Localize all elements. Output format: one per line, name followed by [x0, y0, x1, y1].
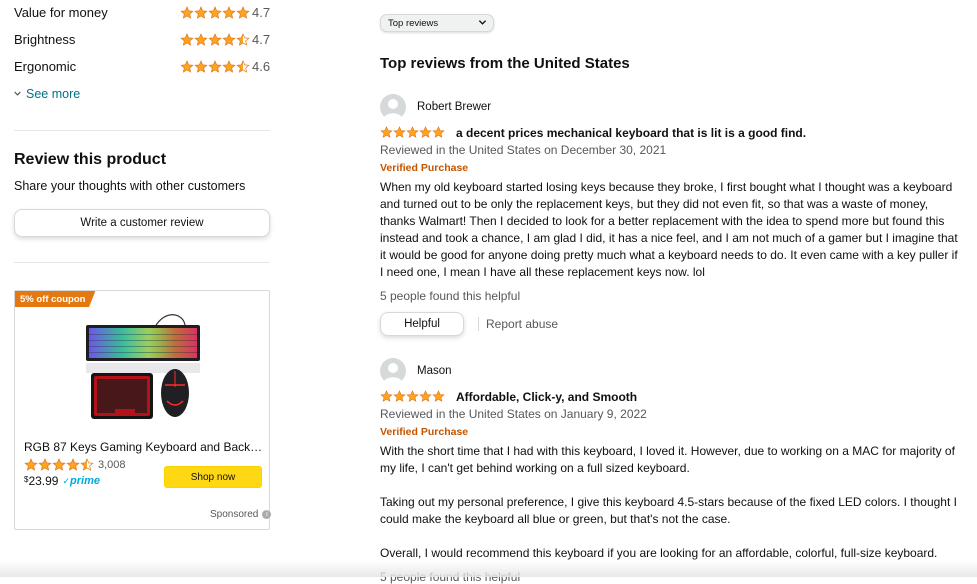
- star-icon: [180, 33, 194, 47]
- helpful-count: 5 people found this helpful: [380, 289, 521, 303]
- star-icon: [38, 458, 52, 472]
- review-author[interactable]: Mason: [417, 365, 452, 377]
- attribute-name: Brightness: [14, 31, 76, 47]
- review-paragraph: When my old keyboard started losing keys…: [380, 180, 958, 279]
- chevron-down-icon: [14, 89, 21, 99]
- star-rating: [180, 33, 250, 47]
- divider: [14, 130, 270, 131]
- ad-price: $ 23.99 ✓prime: [24, 474, 100, 488]
- star-icon: [419, 390, 432, 403]
- review-paragraph: Taking out my personal preference, I giv…: [380, 495, 957, 526]
- star-icon: [222, 60, 236, 74]
- write-review-button[interactable]: Write a customer review: [14, 209, 270, 237]
- review-date: Reviewed in the United States on January…: [380, 407, 647, 421]
- star-icon: [194, 33, 208, 47]
- caret-down-icon: [478, 20, 487, 25]
- star-icon: [222, 6, 236, 20]
- star-icon: [393, 390, 406, 403]
- star-icon: [393, 126, 406, 139]
- review-author[interactable]: Robert Brewer: [417, 101, 491, 113]
- star-icon: [208, 33, 222, 47]
- review-paragraph: With the short time that I had with this…: [380, 444, 955, 475]
- star-rating: [180, 60, 250, 74]
- verified-purchase-badge: Verified Purchase: [380, 162, 469, 174]
- star-icon: [194, 60, 208, 74]
- review-star-rating[interactable]: [380, 390, 445, 403]
- star-rating: [180, 6, 250, 20]
- attribute-name: Ergonomic: [14, 58, 77, 74]
- ad-rating[interactable]: 3,008: [24, 458, 126, 472]
- review-title[interactable]: Affordable, Click-y, and Smooth: [456, 390, 637, 404]
- attribute-row-ergonomic[interactable]: Ergonomic 4.6: [14, 56, 270, 76]
- star-icon: [406, 126, 419, 139]
- review-body: When my old keyboard started losing keys…: [380, 179, 960, 298]
- review-body: With the short time that I had with this…: [380, 443, 960, 579]
- shop-now-button[interactable]: Shop now: [164, 466, 262, 488]
- verified-purchase-badge: Verified Purchase: [380, 426, 469, 438]
- sort-reviews-dropdown[interactable]: Top reviews: [380, 14, 494, 32]
- star-icon: [380, 390, 393, 403]
- star-icon: [208, 6, 222, 20]
- ad-rating-count: 3,008: [98, 459, 126, 471]
- keyboard-product-image[interactable]: [85, 305, 201, 423]
- star-icon: [180, 60, 194, 74]
- attribute-row-value-for-money[interactable]: Value for money 4.7: [14, 2, 270, 22]
- star-icon: [432, 390, 445, 403]
- review-date: Reviewed in the United States on Decembe…: [380, 143, 667, 157]
- reviews-section-heading: Top reviews from the United States: [380, 55, 630, 72]
- star-icon: [222, 33, 236, 47]
- star-icon: [24, 458, 38, 472]
- attribute-rating: 4.7: [252, 31, 271, 47]
- star-icon: [208, 60, 222, 74]
- divider: [14, 262, 270, 263]
- avatar[interactable]: [380, 358, 406, 384]
- separator: [478, 317, 479, 331]
- star-icon: [236, 33, 250, 47]
- info-icon[interactable]: i: [262, 510, 272, 519]
- star-icon: [52, 458, 66, 472]
- star-icon: [80, 458, 94, 472]
- see-more-link[interactable]: See more: [14, 87, 80, 101]
- star-icon: [236, 60, 250, 74]
- report-abuse-link[interactable]: Report abuse: [486, 317, 558, 331]
- avatar[interactable]: [380, 94, 406, 120]
- attribute-rating: 4.6: [252, 58, 271, 74]
- price-value: 23.99: [28, 474, 59, 488]
- see-more-label: See more: [26, 87, 81, 101]
- review-star-rating[interactable]: [380, 126, 445, 139]
- helpful-button[interactable]: Helpful: [380, 312, 464, 336]
- star-icon: [380, 126, 393, 139]
- ad-product-title[interactable]: RGB 87 Keys Gaming Keyboard and Backl…: [24, 440, 264, 454]
- bottom-fade: [0, 560, 977, 577]
- review-product-subtitle: Share your thoughts with other customers: [14, 179, 246, 193]
- prime-label: prime: [70, 475, 100, 487]
- attribute-rating: 4.7: [252, 4, 271, 20]
- coupon-badge: 5% off coupon: [15, 291, 96, 307]
- review-title[interactable]: a decent prices mechanical keyboard that…: [456, 126, 806, 140]
- star-rating: [24, 458, 94, 472]
- sponsored-text: Sponsored: [210, 509, 259, 520]
- star-icon: [432, 126, 445, 139]
- attribute-name: Value for money: [14, 4, 108, 20]
- sponsored-label[interactable]: Sponsored i: [210, 509, 272, 520]
- sponsored-ad-card[interactable]: 5% off coupon RGB 87 Keys Gaming Keyboar…: [14, 290, 270, 530]
- star-icon: [406, 390, 419, 403]
- sort-selected-value: Top reviews: [388, 17, 439, 29]
- prime-badge: ✓prime: [62, 475, 100, 487]
- star-icon: [194, 6, 208, 20]
- review-product-heading: Review this product: [14, 151, 167, 168]
- star-icon: [419, 126, 432, 139]
- star-icon: [236, 6, 250, 20]
- attribute-row-brightness[interactable]: Brightness 4.7: [14, 29, 270, 49]
- star-icon: [180, 6, 194, 20]
- star-icon: [66, 458, 80, 472]
